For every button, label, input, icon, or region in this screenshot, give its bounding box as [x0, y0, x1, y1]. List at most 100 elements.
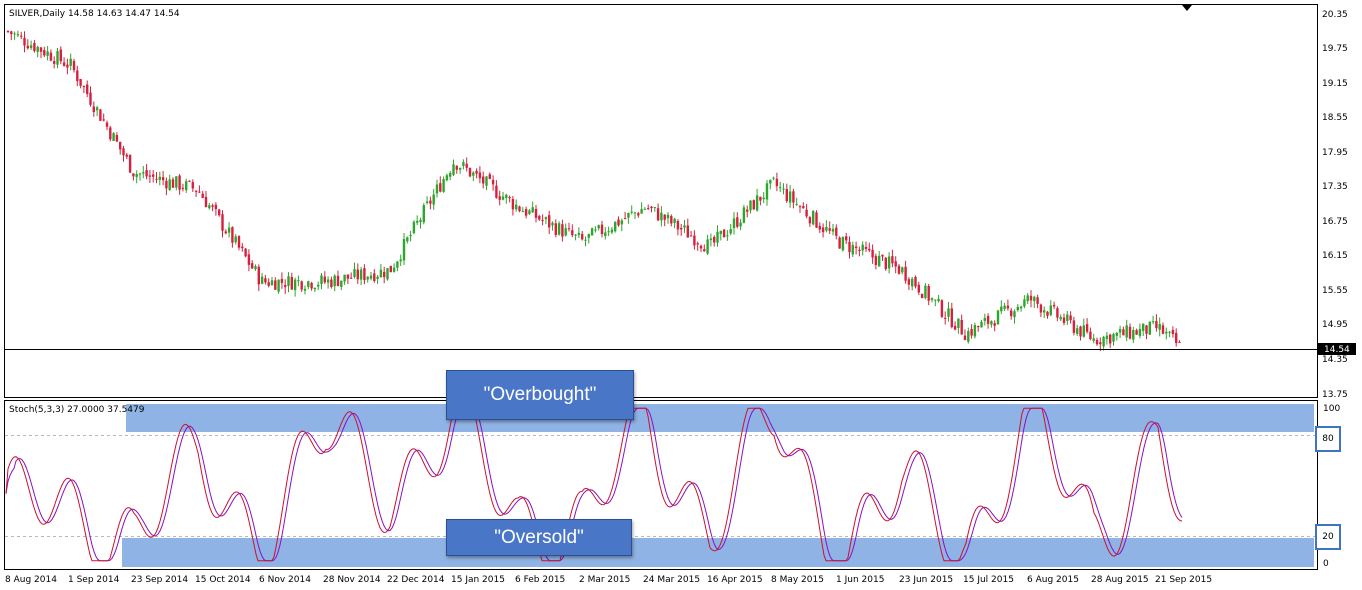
candle-body [231, 227, 234, 243]
candle-body [1026, 295, 1029, 302]
candle-body [924, 285, 927, 298]
candle-body [531, 207, 534, 213]
candle-body [1056, 308, 1059, 318]
candle-body [686, 225, 689, 238]
candle-body [703, 249, 706, 252]
candle-body [759, 196, 762, 201]
candle-body [693, 235, 696, 246]
candle-body [825, 226, 828, 231]
candle-body [904, 266, 907, 281]
time-tick: 6 Aug 2015 [1027, 575, 1079, 585]
price-tick: 16.75 [1322, 217, 1348, 227]
candle-body [267, 282, 270, 286]
candle-body [1085, 324, 1089, 332]
candle-body [508, 196, 511, 199]
candle-body [264, 278, 267, 283]
time-tick: 6 Nov 2014 [259, 575, 311, 585]
time-tick: 1 Sep 2014 [68, 575, 120, 585]
candle-body [145, 170, 148, 177]
candle-body [198, 191, 201, 193]
candle-body [152, 174, 155, 177]
candle-body [1171, 330, 1175, 335]
candle-body [1062, 317, 1066, 323]
candle-body [482, 176, 485, 184]
candle-body [911, 278, 914, 287]
candle-body [422, 205, 425, 223]
candle-body [1122, 329, 1125, 336]
candle-body [485, 176, 488, 186]
candle-body [521, 211, 524, 213]
price-tick: 14.35 [1322, 355, 1348, 365]
candle-body [689, 235, 693, 237]
candle-body [620, 220, 623, 225]
overbought-zone [126, 404, 1314, 432]
candle-body [894, 261, 897, 267]
candle-body [396, 261, 399, 268]
candle-body [617, 219, 620, 226]
candle-body [1112, 334, 1115, 342]
candle-body [775, 178, 779, 187]
time-tick: 15 Oct 2014 [195, 575, 251, 585]
candle-body [270, 280, 274, 286]
candle-body [627, 212, 630, 218]
price-panel [4, 4, 1318, 398]
candle-body [353, 269, 356, 277]
candle-body [326, 279, 330, 283]
candle-body [419, 219, 422, 223]
candle-body [597, 225, 600, 229]
candle-body [1095, 339, 1099, 345]
candle-body [445, 175, 449, 181]
candle-body [1155, 320, 1158, 329]
candle-body [1066, 314, 1069, 321]
candle-body [996, 310, 1000, 325]
candle-body [808, 217, 812, 224]
candle-body [557, 223, 561, 235]
price-tick: 19.15 [1322, 79, 1348, 89]
candle-body [538, 215, 541, 220]
candle-body [39, 47, 43, 52]
candle-body [782, 188, 785, 190]
time-tick: 28 Aug 2015 [1091, 575, 1149, 585]
candle-body [1158, 323, 1161, 330]
candle-body [82, 86, 86, 88]
candle-body [831, 228, 835, 232]
candle-body [257, 266, 260, 285]
candle-body [244, 248, 247, 257]
candle-body [640, 209, 643, 214]
time-tick: 8 Aug 2014 [5, 575, 57, 585]
candle-body [815, 212, 818, 228]
candle-body [369, 275, 373, 279]
candle-body [907, 279, 911, 285]
candle-body [340, 280, 343, 287]
symbol-header: SILVER,Daily 14.58 14.63 14.47 14.54 [9, 9, 180, 19]
candle-body [56, 51, 59, 65]
candle-body [1049, 305, 1052, 315]
candle-body [818, 226, 821, 230]
candle-body [986, 315, 990, 324]
candle-body [53, 61, 56, 64]
candle-body [1175, 332, 1178, 343]
candle-body [953, 325, 957, 330]
stoch-tick-0: 0 [1323, 559, 1329, 569]
candle-body [927, 285, 930, 301]
candle-body [1151, 321, 1155, 323]
candle-body [194, 190, 198, 192]
candle-body [1082, 325, 1085, 337]
candle-body [1105, 335, 1109, 340]
price-tick: 20.35 [1322, 10, 1348, 20]
time-tick: 28 Nov 2014 [323, 575, 381, 585]
candle-body [165, 180, 168, 189]
candle-body [158, 176, 161, 180]
candle-body [511, 198, 515, 210]
candle-body [858, 249, 861, 251]
candle-body [284, 285, 287, 288]
candle-body [528, 210, 531, 214]
candle-body [713, 236, 716, 243]
candle-body [845, 236, 848, 241]
candle-body [868, 248, 871, 251]
candle-body [505, 194, 508, 199]
candle-body [650, 206, 653, 209]
candle-body [412, 221, 416, 234]
candle-body [891, 256, 894, 264]
candle-body [191, 182, 194, 189]
